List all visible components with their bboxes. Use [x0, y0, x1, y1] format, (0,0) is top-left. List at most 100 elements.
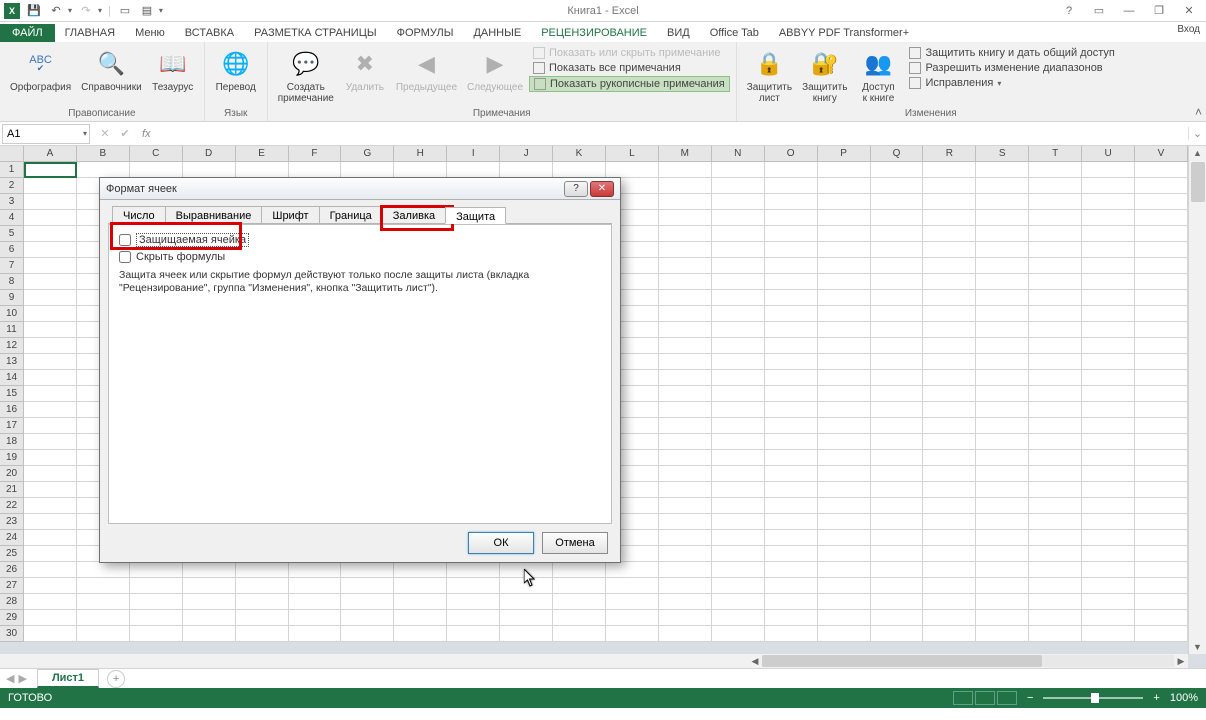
cell[interactable] [923, 562, 976, 578]
horizontal-scrollbar[interactable]: ◀ ▶ [748, 655, 1188, 667]
cell[interactable] [1135, 258, 1188, 274]
cell[interactable] [394, 162, 447, 178]
cell[interactable] [976, 546, 1029, 562]
tab-formulas[interactable]: ФОРМУЛЫ [387, 24, 464, 42]
tab-review[interactable]: РЕЦЕНЗИРОВАНИЕ [531, 24, 657, 42]
row-header[interactable]: 19 [0, 450, 24, 466]
formula-input[interactable] [155, 124, 1188, 144]
cell[interactable] [871, 274, 924, 290]
cell[interactable] [765, 162, 818, 178]
tab-page-layout[interactable]: РАЗМЕТКА СТРАНИЦЫ [244, 24, 386, 42]
row-header[interactable]: 9 [0, 290, 24, 306]
cell[interactable] [818, 162, 871, 178]
cell[interactable] [659, 514, 712, 530]
row-header[interactable]: 17 [0, 418, 24, 434]
cell[interactable] [818, 562, 871, 578]
cell[interactable] [871, 306, 924, 322]
zoom-out-icon[interactable]: − [1027, 692, 1033, 704]
cell[interactable] [1029, 338, 1082, 354]
cell[interactable] [871, 434, 924, 450]
cell[interactable] [659, 370, 712, 386]
cell[interactable] [765, 226, 818, 242]
cell[interactable] [976, 402, 1029, 418]
cell[interactable] [976, 162, 1029, 178]
cell[interactable] [923, 178, 976, 194]
cell[interactable] [818, 386, 871, 402]
row-header[interactable]: 1 [0, 162, 24, 178]
cell[interactable] [818, 274, 871, 290]
cell[interactable] [765, 482, 818, 498]
cell[interactable] [1135, 610, 1188, 626]
cell[interactable] [1029, 466, 1082, 482]
cell[interactable] [765, 322, 818, 338]
cell[interactable] [923, 594, 976, 610]
cell[interactable] [923, 418, 976, 434]
tab-office-tab[interactable]: Office Tab [700, 24, 769, 42]
col-header[interactable]: K [553, 146, 606, 162]
cell[interactable] [712, 354, 765, 370]
cell[interactable] [1029, 546, 1082, 562]
cell[interactable] [1029, 402, 1082, 418]
cell[interactable] [606, 162, 659, 178]
cell[interactable] [1135, 322, 1188, 338]
cell[interactable] [24, 274, 77, 290]
cell[interactable] [976, 450, 1029, 466]
cell[interactable] [24, 514, 77, 530]
cell[interactable] [712, 498, 765, 514]
cell[interactable] [923, 162, 976, 178]
cell[interactable] [765, 402, 818, 418]
cell[interactable] [976, 210, 1029, 226]
cell[interactable] [341, 610, 394, 626]
collapse-ribbon-icon[interactable]: ˄ [1195, 105, 1202, 119]
cell[interactable] [976, 370, 1029, 386]
cell[interactable] [1029, 226, 1082, 242]
cell[interactable] [341, 594, 394, 610]
cell[interactable] [1135, 418, 1188, 434]
cell[interactable] [976, 290, 1029, 306]
scroll-right-icon[interactable]: ▶ [1174, 656, 1188, 667]
cell[interactable] [871, 594, 924, 610]
cell[interactable] [236, 578, 289, 594]
cell[interactable] [818, 434, 871, 450]
cell[interactable] [765, 242, 818, 258]
cell[interactable] [447, 610, 500, 626]
cell[interactable] [923, 402, 976, 418]
cell[interactable] [1082, 354, 1135, 370]
cell[interactable] [500, 610, 553, 626]
zoom-level[interactable]: 100% [1170, 692, 1198, 704]
cell[interactable] [923, 482, 976, 498]
cell[interactable] [289, 594, 342, 610]
cancel-button[interactable]: Отмена [542, 532, 608, 554]
dlg-tab-border[interactable]: Граница [319, 206, 383, 223]
cell[interactable] [1135, 562, 1188, 578]
cell[interactable] [659, 434, 712, 450]
sheet-nav-prev-icon[interactable]: ◀ [6, 672, 14, 685]
cell[interactable] [712, 338, 765, 354]
cell[interactable] [659, 610, 712, 626]
cell[interactable] [712, 274, 765, 290]
cell[interactable] [818, 546, 871, 562]
cell[interactable] [659, 466, 712, 482]
btn-show-all-comments[interactable]: Показать все примечания [529, 61, 730, 75]
cell[interactable] [765, 546, 818, 562]
view-page-break-icon[interactable] [997, 691, 1017, 705]
col-header[interactable]: C [130, 146, 183, 162]
tab-file[interactable]: ФАЙЛ [0, 24, 55, 42]
cell[interactable] [765, 370, 818, 386]
cell[interactable] [976, 338, 1029, 354]
cell[interactable] [553, 594, 606, 610]
cell[interactable] [923, 210, 976, 226]
cell[interactable] [818, 450, 871, 466]
cell[interactable] [712, 546, 765, 562]
cell[interactable] [923, 450, 976, 466]
cell[interactable] [130, 610, 183, 626]
tab-abbyy[interactable]: ABBYY PDF Transformer+ [769, 24, 919, 42]
view-page-layout-icon[interactable] [975, 691, 995, 705]
cell[interactable] [871, 418, 924, 434]
dlg-tab-protection[interactable]: Защита [445, 207, 506, 224]
cell[interactable] [659, 210, 712, 226]
cell[interactable] [659, 626, 712, 642]
cell[interactable] [236, 594, 289, 610]
cell[interactable] [765, 354, 818, 370]
cell[interactable] [130, 578, 183, 594]
